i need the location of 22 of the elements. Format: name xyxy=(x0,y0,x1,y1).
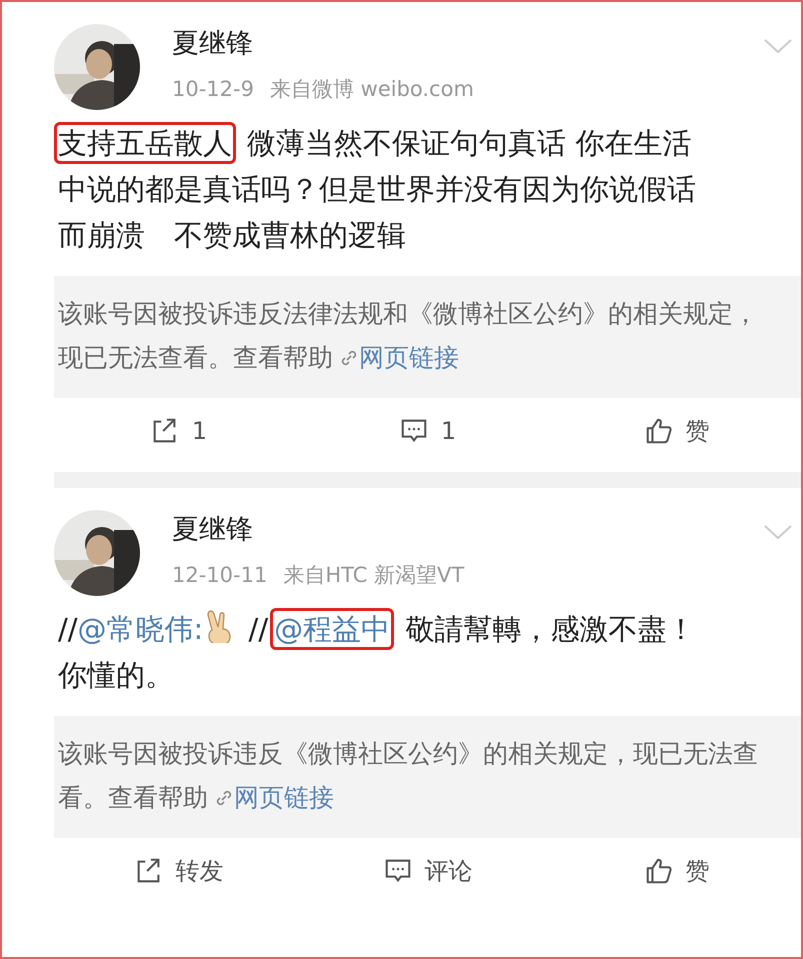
notice-text: 该账号因被投诉违反《微博社区公约》的相关规定，现已无法查看。查看帮助 网页链接 xyxy=(54,716,801,838)
comment-button[interactable]: 评论 xyxy=(303,846,552,896)
like-button[interactable]: 赞 xyxy=(552,406,801,456)
like-button[interactable]: 赞 xyxy=(552,846,801,896)
comment-button[interactable]: 1 xyxy=(303,406,552,456)
chevron-down-icon[interactable] xyxy=(763,38,793,54)
link-icon xyxy=(339,348,359,368)
chevron-down-icon[interactable] xyxy=(763,524,793,540)
thumbs-up-icon xyxy=(644,416,674,446)
notice-text: 该账号因被投诉违反法律法规和《微博社区公约》的相关规定，现已无法查看。查看帮助 网页链接 xyxy=(54,276,801,398)
post-date: 10-12-9 xyxy=(172,76,254,104)
author-name: 夏继锋 xyxy=(172,28,254,60)
mention-link[interactable]: @常晓伟: xyxy=(78,612,204,646)
post-date: 12-10-11 xyxy=(172,562,268,590)
post-text: //@常晓伟: // @程益中 敬請幫轉，感激不盡！你懂的。 xyxy=(58,606,701,698)
link-icon xyxy=(214,788,234,808)
post-source: 来自HTC 新渴望VT xyxy=(283,562,464,590)
thumbs-up-icon xyxy=(644,856,674,886)
repost-button[interactable]: 1 xyxy=(54,406,303,456)
repost-button[interactable]: 转发 xyxy=(54,846,303,896)
author-name: 夏继锋 xyxy=(172,514,254,546)
post-source: 来自微博 weibo.com xyxy=(270,76,474,104)
